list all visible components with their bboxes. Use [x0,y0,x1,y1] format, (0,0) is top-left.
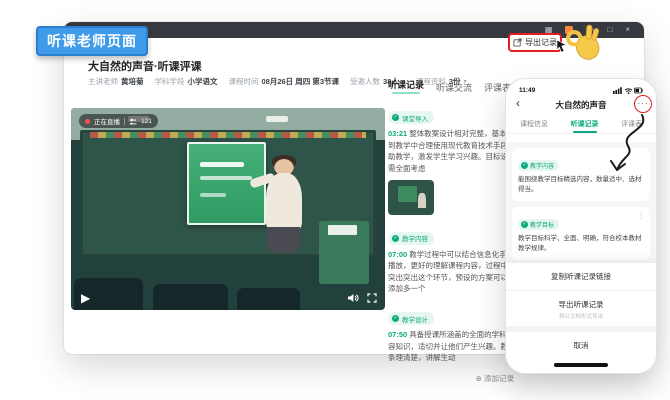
more-button-highlight: ··· [634,95,652,113]
entry-badge: ✓ 教学内容 [388,232,434,245]
export-record-button[interactable]: 导出记录 [513,37,557,48]
phone-record-card: ⋮ ✓ 教学目标 教学目标科学、全面、明确，符合校本教材教学规律。 [512,207,650,260]
check-circle-icon: ✓ [392,315,399,322]
live-dot-icon [85,119,90,124]
entry-badge: ✓ 教学设计 [388,312,434,325]
card-badge: ✓ 教学目标 [518,219,559,230]
entry-text: 具备授课所涵盖的全面的学科内容知识，适切并让他们产生兴趣。教学条理清楚，讲解生动 [388,330,516,362]
tab-listen-record[interactable]: 听课记录 [388,78,424,94]
phone-tab-listen-record[interactable]: 听课记录 [571,119,599,133]
meta-subject: 学科学段 小学语文 [155,76,218,87]
back-chevron-icon[interactable]: ‹ [516,96,520,110]
ok-hand-icon [564,22,605,65]
close-icon[interactable]: × [625,26,630,34]
page-annotation-label: 听课老师页面 [36,26,148,56]
record-entry: ✓ 教学内容 07:00教学过程中可以结合信息化手段播放，更好的理解课程内容，过… [388,226,518,296]
ceiling-light [266,116,288,122]
check-circle-icon: ✓ [521,221,528,228]
check-circle-icon: ✓ [521,162,528,169]
add-circle-icon: ⊕ [476,374,482,383]
entry-timestamp[interactable]: 07:50 [388,330,407,339]
student-desk [153,284,228,310]
kebab-menu-icon[interactable]: ⋮ [637,211,645,220]
panel-tabs: 听课记录 听课交流 评课表 [388,78,518,94]
record-entry: ✓ 教学设计 07:50具备授课所涵盖的全面的学科内容知识，适切并让他们产生兴趣… [388,306,518,364]
check-circle-icon: ✓ [392,235,399,242]
entry-badge: ✓ 课堂导入 [388,111,434,124]
phone-tab-course-info[interactable]: 课程信息 [520,119,548,133]
entry-thumbnail[interactable] [388,180,434,215]
bunting-decoration [90,132,366,138]
export-icon [513,38,522,47]
card-badge: ✓ 教学内容 [518,160,559,171]
card-text: 教学目标科学、全面、明确，符合校本教材教学规律。 [518,234,644,255]
page-title: 大自然的声音·听课评课 [88,58,202,74]
status-time: 11:49 [519,87,535,94]
add-record-button[interactable]: ⊕ 添加记录 [388,373,518,384]
status-icons [613,86,643,94]
action-sheet: 复制听课记录链接 导出听课记录 将以文档形式导出 取消 [506,263,656,373]
export-hint: 将以文档形式导出 [506,312,656,326]
screenshot-stage: ▦ — □ × 大自然的声音·听课评课 主讲老师 黄培菊 学科学段 小学语文 课… [0,0,670,400]
record-entry: ✓ 课堂导入 03:21整体教案设计相对完整，基本达到教学中合理使用现代教育技术… [388,105,518,215]
meta-teacher: 主讲老师 黄培菊 [88,76,144,87]
meta-time: 课程时间 08月26日 周四 第3节课 [229,76,340,87]
entry-text: 教学过程中可以结合信息化手段播放，更好的理解课程内容，过程中要突出突出这个环节，… [388,250,516,294]
student-desk [237,288,300,310]
record-panel: 听课记录 听课交流 评课表 ✓ 课堂导入 03:21整体教案设计相对完整，基本达… [388,78,518,384]
phone-status-bar: 11:49 [506,79,656,95]
play-button[interactable]: ▶ [81,292,90,304]
entry-text: 整体教案设计相对完整，基本达到教学中合理使用现代教育技术手段辅助教学，激发学生学… [388,129,516,173]
check-circle-icon: ✓ [392,114,399,121]
export-button-highlight: 导出记录 [508,33,562,52]
live-status-badge: 正在直播 121 [79,114,158,128]
viewers-icon [129,118,137,125]
cancel-action[interactable]: 取消 [506,332,656,359]
copy-record-link-action[interactable]: 复制听课记录链接 [506,263,656,290]
hand-drawn-arrow [602,112,650,184]
live-video-player[interactable]: 正在直播 121 ▶ [71,108,385,310]
entry-timestamp[interactable]: 07:00 [388,250,407,259]
volume-icon[interactable] [347,293,359,303]
tab-listen-chat[interactable]: 听课交流 [436,81,472,94]
maximize-icon[interactable]: □ [607,26,612,34]
phone-page-title: 大自然的声音 [555,99,606,111]
home-indicator [554,363,608,367]
entry-timestamp[interactable]: 03:21 [388,129,407,138]
more-ellipsis-icon[interactable]: ··· [638,100,649,108]
fullscreen-icon[interactable] [367,293,377,303]
